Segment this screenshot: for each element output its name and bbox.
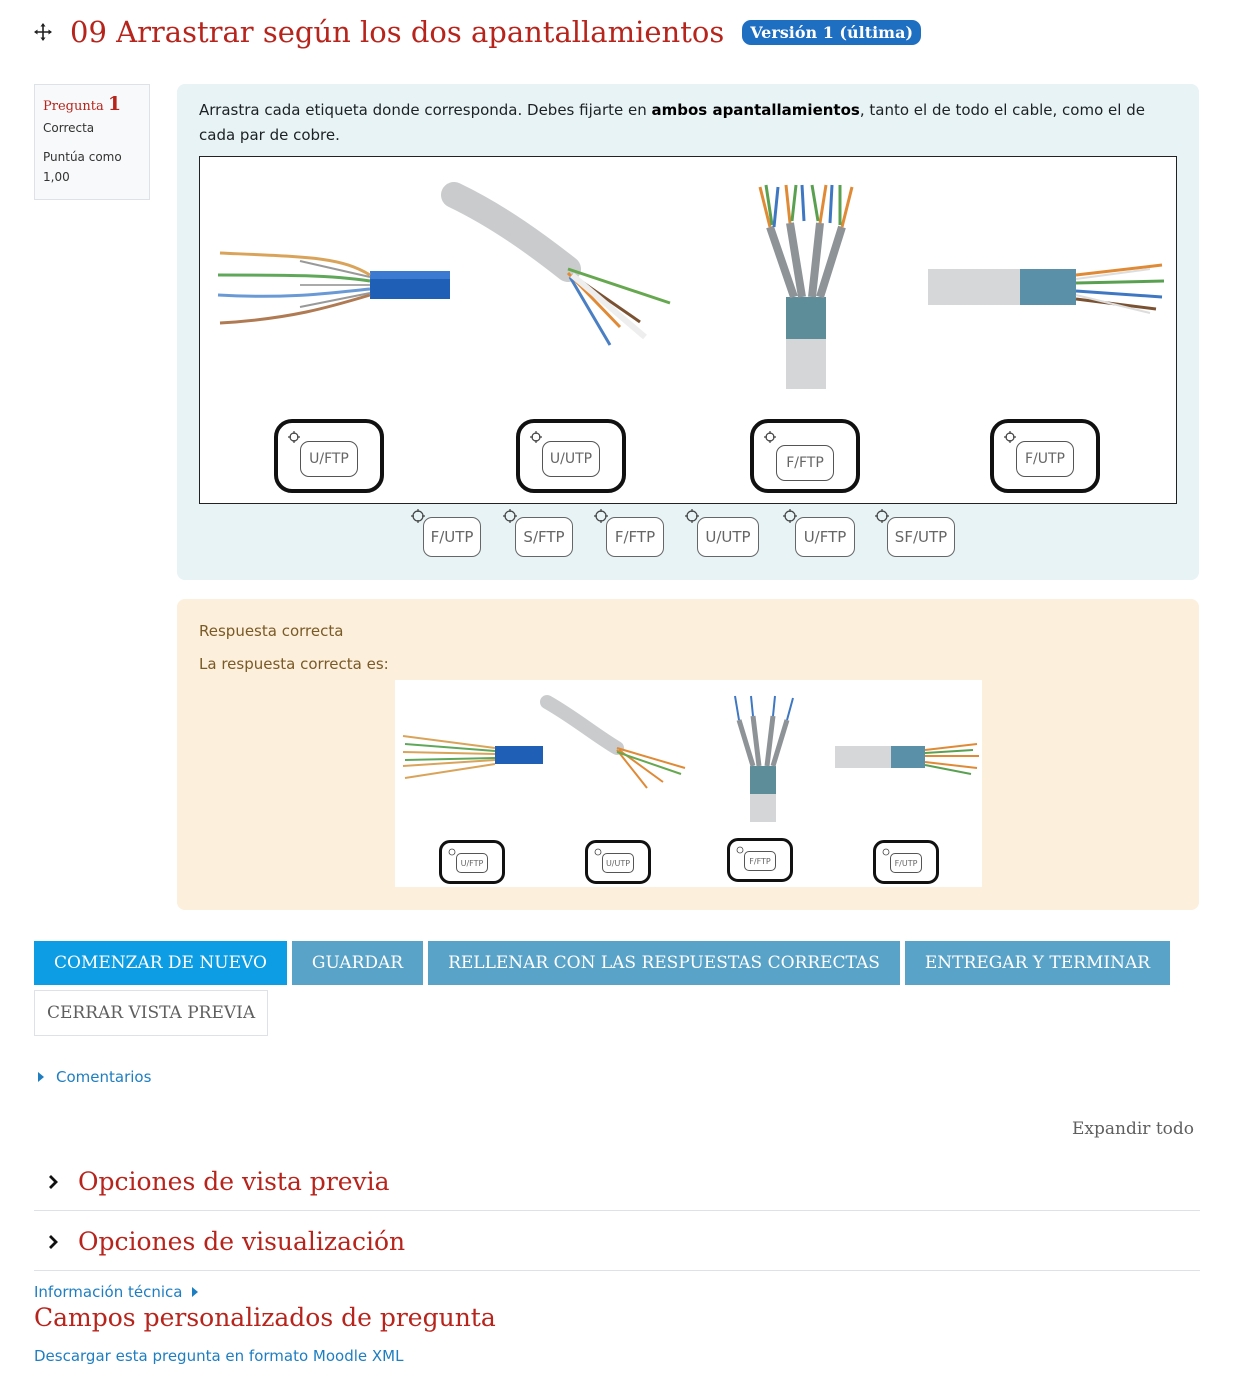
cable-3-image	[758, 184, 854, 389]
chevron-right-icon	[49, 1174, 58, 1189]
answer-label: F/UTP	[890, 853, 922, 873]
answer-label: U/UTP	[602, 853, 634, 873]
section-title[interactable]: Opciones de vista previa	[78, 1167, 390, 1196]
crosshair-icon	[1004, 431, 1016, 443]
expand-all-link[interactable]: Expandir todo	[1072, 1119, 1194, 1139]
cable-4-image	[928, 263, 1165, 314]
drop-background-image: U/FTP U/UTP F/FTP F/UTP	[199, 156, 1177, 504]
question-number: Pregunta 1	[43, 93, 141, 115]
close-preview-button[interactable]: CERRAR VISTA PREVIA	[34, 990, 269, 1036]
question-formulation: Arrastra cada etiqueta donde corresponda…	[177, 84, 1199, 580]
crosshair-icon	[882, 848, 890, 856]
drop-zone-4[interactable]: F/UTP	[990, 419, 1100, 493]
drop-zone-2[interactable]: U/UTP	[516, 419, 626, 493]
version-badge: Versión 1 (última)	[742, 19, 922, 45]
drag-label[interactable]: F/UTP	[423, 517, 481, 557]
drag-label[interactable]: SF/UTP	[887, 517, 955, 557]
crosshair-icon	[764, 431, 776, 443]
caret-right-icon	[38, 1072, 44, 1082]
crosshair-icon	[875, 509, 889, 523]
drag-label[interactable]: F/FTP	[606, 517, 664, 557]
preview-actions: COMENZAR DE NUEVO GUARDAR RELLENAR CON L…	[34, 941, 1175, 985]
question-number-value: 1	[107, 93, 122, 115]
cable-1-image	[217, 251, 450, 325]
question-text: Arrastra cada etiqueta donde corresponda…	[199, 98, 1177, 148]
drop-zone-3[interactable]: F/FTP	[750, 419, 860, 493]
answer-zone-1: U/FTP	[439, 840, 505, 884]
drag-item[interactable]: SF/UTP	[875, 509, 955, 557]
question-text-bold: ambos apantallamientos	[651, 101, 860, 119]
technical-info-toggle[interactable]: Información técnica	[34, 1283, 199, 1301]
technical-info-link[interactable]: Información técnica	[34, 1283, 182, 1301]
page-title: 09 Arrastrar según los dos apantallamien…	[70, 15, 725, 49]
crosshair-icon	[783, 509, 797, 523]
submit-finish-button[interactable]: ENTREGAR Y TERMINAR	[904, 941, 1171, 985]
crosshair-icon	[503, 509, 517, 523]
download-xml-link[interactable]: Descargar esta pregunta en formato Moodl…	[34, 1347, 404, 1365]
question-feedback: Respuesta correcta La respuesta correcta…	[177, 599, 1199, 910]
comments-toggle[interactable]: Comentarios	[38, 1068, 151, 1086]
drag-item[interactable]: S/FTP	[503, 509, 573, 557]
section-title[interactable]: Opciones de visualización	[78, 1227, 405, 1256]
save-button[interactable]: GUARDAR	[291, 941, 424, 985]
answer-label: F/FTP	[744, 851, 776, 871]
placed-label[interactable]: U/UTP	[542, 441, 600, 477]
fill-correct-button[interactable]: RELLENAR CON LAS RESPUESTAS CORRECTAS	[428, 941, 900, 985]
chevron-right-icon	[49, 1234, 58, 1249]
comments-link[interactable]: Comentarios	[56, 1068, 151, 1086]
crosshair-icon	[288, 431, 300, 443]
right-answer-label: La respuesta correcta es:	[199, 655, 389, 673]
cable-2-image	[441, 182, 671, 346]
placed-label[interactable]: F/FTP	[776, 445, 834, 481]
question-label: Pregunta	[43, 99, 104, 114]
section-preview-options[interactable]: Opciones de vista previa	[34, 1153, 1200, 1211]
restart-button[interactable]: COMENZAR DE NUEVO	[34, 941, 287, 985]
crosshair-icon	[594, 848, 602, 856]
question-grade: Puntúa como 1,00	[43, 150, 122, 184]
answer-zone-2: U/UTP	[585, 840, 651, 884]
drag-item[interactable]: F/UTP	[411, 509, 481, 557]
drag-items-tray: F/UTP S/FTP F/FTP U/UTP U/FTP SF/UTP	[177, 509, 1199, 561]
answer-zone-4: F/UTP	[873, 840, 939, 884]
question-info: Pregunta 1 Correcta Puntúa como 1,00	[34, 84, 150, 200]
drag-item[interactable]: U/UTP	[685, 509, 759, 557]
page-header: 09 Arrastrar según los dos apantallamien…	[32, 10, 922, 54]
crosshair-icon	[448, 848, 456, 856]
crosshair-icon	[411, 509, 425, 523]
custom-fields-heading: Campos personalizados de pregunta	[34, 1303, 496, 1332]
crosshair-icon	[594, 509, 608, 523]
drag-label[interactable]: S/FTP	[515, 517, 573, 557]
placed-label[interactable]: F/UTP	[1016, 441, 1074, 477]
crosshair-icon	[530, 431, 542, 443]
question-text-part: Arrastra cada etiqueta donde corresponda…	[199, 101, 652, 119]
answer-zone-3: F/FTP	[727, 838, 793, 882]
feedback-state: Respuesta correcta	[199, 622, 344, 640]
question-state: Correcta	[43, 121, 95, 135]
placed-label[interactable]: U/FTP	[300, 441, 358, 477]
drag-label[interactable]: U/UTP	[697, 517, 759, 557]
caret-right-icon	[192, 1287, 199, 1297]
drag-label[interactable]: U/FTP	[795, 517, 855, 557]
drag-item[interactable]: U/FTP	[783, 509, 855, 557]
drag-item[interactable]: F/FTP	[594, 509, 664, 557]
right-answer-image: U/FTP U/UTP F/FTP F/UTP	[395, 680, 982, 887]
crosshair-icon	[685, 509, 699, 523]
section-display-options[interactable]: Opciones de visualización	[34, 1213, 1200, 1271]
crosshair-icon	[736, 846, 744, 854]
drop-zone-1[interactable]: U/FTP	[274, 419, 384, 493]
answer-label: U/FTP	[456, 853, 488, 873]
move-icon[interactable]	[32, 21, 54, 43]
